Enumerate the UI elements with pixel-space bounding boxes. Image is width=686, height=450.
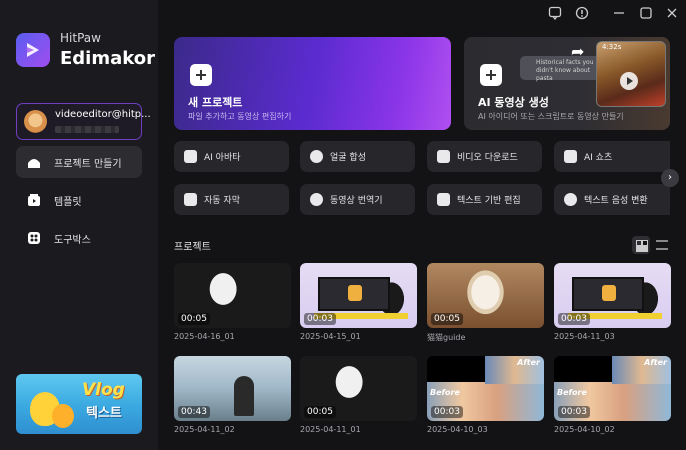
- before-tag: Before: [557, 388, 587, 397]
- ai-video-title: AI 동영상 생성: [478, 96, 549, 109]
- tool-label: 텍스트 기반 편집: [457, 196, 521, 206]
- project-thumbnail[interactable]: 00:43: [174, 356, 291, 421]
- play-icon: [620, 72, 638, 90]
- tool-label: AI 아바타: [204, 153, 241, 163]
- project-duration: 00:03: [558, 313, 590, 325]
- project-name: 2025-04-10_02: [554, 425, 615, 434]
- tool-ai-avatar[interactable]: AI 아바타: [174, 141, 289, 172]
- sidebar: HitPaw Edimakor videoeditor@hitp... 프로젝트…: [0, 0, 158, 450]
- sidebar-item-toolbox[interactable]: 도구박스: [16, 222, 142, 254]
- sidebar-item-create-project[interactable]: 프로젝트 만들기: [16, 146, 142, 178]
- project-thumbnail[interactable]: 00:03: [554, 263, 671, 328]
- close-icon[interactable]: [665, 6, 679, 20]
- promo-title: Vlog: [82, 380, 125, 400]
- ai-prompt-bubble: Historical facts you didn't know about p…: [520, 56, 600, 82]
- sidebar-item-label: 프로젝트 만들기: [54, 159, 122, 170]
- new-project-title: 새 프로젝트: [188, 96, 243, 109]
- project-thumbnail[interactable]: 00:05: [300, 356, 417, 421]
- project-name: 2025-04-11_02: [174, 425, 235, 434]
- projects-heading: 프로젝트: [174, 242, 211, 253]
- promo-duck-image: [52, 404, 74, 428]
- ai-video-subtitle: AI 아이디어 또는 스크립트로 동영상 만들기: [478, 112, 624, 121]
- tool-label: 비디오 다운로드: [457, 153, 518, 163]
- project-thumbnail[interactable]: 00:05: [174, 263, 291, 328]
- brand-name: Edimakor: [60, 48, 155, 69]
- sidebar-item-templates[interactable]: 템플릿: [16, 184, 142, 216]
- project-duration: 00:03: [431, 406, 463, 418]
- face-swap-icon: [310, 150, 323, 163]
- account-name: videoeditor@hitp...: [55, 109, 151, 120]
- toolbox-icon: [28, 232, 40, 244]
- ai-shorts-icon: [564, 150, 577, 163]
- promo-banner[interactable]: Vlog 텍스트: [16, 374, 142, 434]
- upgrade-icon[interactable]: [575, 6, 589, 20]
- feedback-icon[interactable]: [548, 6, 562, 20]
- new-project-card[interactable]: 새 프로젝트 파일 추가하고 동영상 편집하기: [174, 37, 451, 130]
- ai-video-time: 4:32s: [602, 43, 622, 51]
- after-tag: After: [644, 358, 667, 367]
- plus-icon: [480, 64, 502, 86]
- project-thumbnail[interactable]: After Before 00:03: [554, 356, 671, 421]
- tools-next-button[interactable]: ›: [661, 169, 679, 187]
- project-thumbnail[interactable]: 00:03: [300, 263, 417, 328]
- project-name: 2025-04-16_01: [174, 332, 235, 341]
- project-name: 2025-04-10_03: [427, 425, 488, 434]
- project-duration: 00:05: [431, 313, 463, 325]
- project-name: 2025-04-11_03: [554, 332, 615, 341]
- project-name: 2025-04-11_01: [300, 425, 361, 434]
- avatar: [24, 110, 47, 133]
- project-duration: 00:43: [178, 406, 210, 418]
- sidebar-item-label: 도구박스: [54, 235, 91, 246]
- tool-ai-shorts[interactable]: AI 쇼츠: [554, 141, 670, 172]
- share-arrow-icon: ➦: [571, 42, 585, 61]
- project-name: 2025-04-15_01: [300, 332, 361, 341]
- project-thumbnail[interactable]: After Before 00:03: [427, 356, 544, 421]
- maximize-icon[interactable]: [639, 6, 653, 20]
- minimize-icon[interactable]: [612, 6, 626, 20]
- home-icon: [28, 159, 40, 168]
- project-duration: 00:05: [178, 313, 210, 325]
- project-duration: 00:03: [304, 313, 336, 325]
- app-logo: [16, 33, 50, 67]
- tool-label: 동영상 번역기: [330, 196, 383, 206]
- tool-auto-subtitle[interactable]: 자동 자막: [174, 184, 289, 215]
- grid-view-icon[interactable]: [632, 236, 650, 254]
- promo-subtitle: 텍스트: [86, 406, 122, 421]
- tool-text-to-speech[interactable]: 텍스트 음성 변환: [554, 184, 670, 215]
- tool-video-translator[interactable]: 동영상 번역기: [300, 184, 415, 215]
- project-thumbnail[interactable]: 00:05: [427, 263, 544, 328]
- tool-text-based-edit[interactable]: 텍스트 기반 편집: [427, 184, 542, 215]
- project-name: 猫猫guide: [427, 333, 466, 342]
- avatar-icon: [184, 150, 197, 163]
- translate-icon: [310, 193, 323, 206]
- sidebar-item-label: 템플릿: [54, 197, 82, 208]
- tool-label: 텍스트 음성 변환: [584, 196, 648, 206]
- tool-label: 자동 자막: [204, 196, 240, 206]
- subtitle-icon: [184, 193, 197, 206]
- after-tag: After: [517, 358, 540, 367]
- list-view-icon[interactable]: [656, 240, 668, 250]
- account-card[interactable]: videoeditor@hitp...: [16, 103, 151, 140]
- before-tag: Before: [430, 388, 460, 397]
- download-icon: [437, 150, 450, 163]
- account-plan-redacted: [55, 126, 119, 133]
- plus-icon: [190, 64, 212, 86]
- tool-label: AI 쇼츠: [584, 153, 613, 163]
- tool-video-download[interactable]: 비디오 다운로드: [427, 141, 542, 172]
- project-duration: 00:03: [558, 406, 590, 418]
- brand-small: HitPaw: [60, 31, 101, 45]
- tts-icon: [564, 193, 577, 206]
- project-duration: 00:05: [304, 406, 336, 418]
- tool-label: 얼굴 합성: [330, 153, 366, 163]
- text-edit-icon: [437, 193, 450, 206]
- tool-face-swap[interactable]: 얼굴 합성: [300, 141, 415, 172]
- template-icon: [28, 194, 40, 206]
- new-project-subtitle: 파일 추가하고 동영상 편집하기: [188, 112, 292, 121]
